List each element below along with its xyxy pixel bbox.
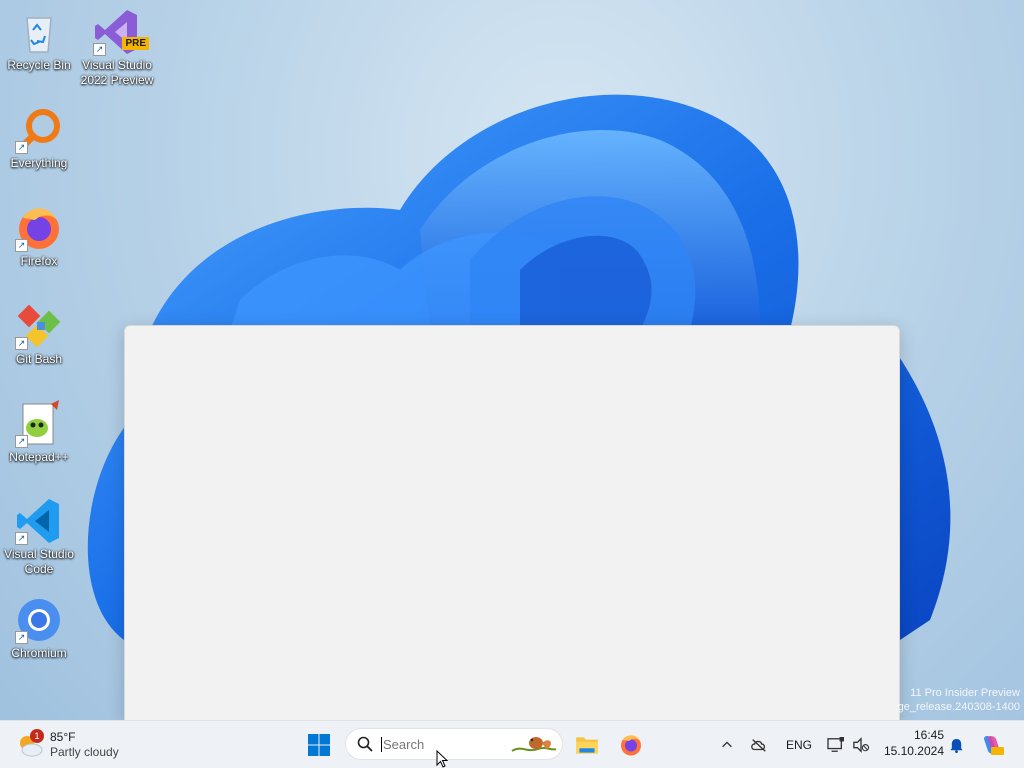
- shortcut-arrow-icon: ↗: [15, 337, 28, 350]
- recycle-bin-icon: [26, 17, 52, 53]
- shortcut-arrow-icon: ↗: [93, 43, 106, 56]
- desktop-icon-label: Recycle Bin: [7, 58, 71, 72]
- desktop-icon-notepad-plus-plus[interactable]: ↗ Notepad++: [1, 400, 77, 465]
- copilot-button[interactable]: [972, 725, 1012, 765]
- bell-icon: [949, 738, 963, 753]
- desktop-icon-git-bash[interactable]: ↗ Git Bash: [1, 302, 77, 367]
- shortcut-arrow-icon: ↗: [15, 631, 28, 644]
- desktop-icon-recycle-bin[interactable]: Recycle Bin: [1, 8, 77, 73]
- desktop-icon-everything[interactable]: ↗ Everything: [1, 106, 77, 171]
- taskbar-search-box[interactable]: [345, 728, 563, 760]
- shortcut-arrow-icon: ↗: [15, 435, 28, 448]
- copilot-preview-icon: [984, 736, 1004, 755]
- system-clock[interactable]: 16:45 15.10.2024: [880, 727, 944, 759]
- shortcut-arrow-icon: ↗: [15, 239, 28, 252]
- desktop-icon-visual-studio-preview[interactable]: PRE ↗ Visual Studio 2022 Preview: [79, 8, 155, 88]
- weather-temperature: 85°F: [50, 730, 76, 744]
- desktop-icon-label: Notepad++: [9, 450, 69, 464]
- network-display-icon: [827, 737, 844, 752]
- folder-icon: [576, 737, 598, 754]
- weather-condition: Partly cloudy: [50, 745, 119, 759]
- watermark-build: ge_release.240308-1400: [897, 701, 1020, 713]
- notifications-button[interactable]: [942, 725, 970, 765]
- cloud-offline-icon: [751, 739, 766, 752]
- desktop-icon-chromium[interactable]: ↗ Chromium: [1, 596, 77, 661]
- desktop-icon-label: Firefox: [20, 254, 58, 268]
- desktop-icon-label: Chromium: [11, 646, 67, 660]
- windows-logo-icon: [308, 734, 330, 756]
- firefox-icon: [621, 735, 641, 756]
- preview-badge: PRE: [122, 37, 149, 50]
- desktop-icon-label: Visual Studio 2022 Preview: [80, 58, 154, 87]
- clock-date: 15.10.2024: [883, 744, 944, 758]
- shortcut-arrow-icon: ↗: [15, 532, 28, 545]
- weather-widget[interactable]: 1 85°F Partly cloudy: [16, 727, 146, 763]
- speaker-muted-icon: [853, 737, 870, 753]
- input-language[interactable]: ENG: [786, 738, 812, 752]
- desktop-icon-vscode[interactable]: ↗ Visual Studio Code: [1, 497, 77, 577]
- show-hidden-icons-button[interactable]: [712, 725, 742, 765]
- chevron-up-icon: [722, 741, 732, 748]
- taskbar-file-explorer[interactable]: [567, 725, 607, 765]
- desktop-icon-label: Visual Studio Code: [4, 547, 74, 576]
- volume-button[interactable]: [846, 725, 876, 765]
- shortcut-arrow-icon: ↗: [15, 141, 28, 154]
- blank-window[interactable]: [124, 325, 900, 721]
- weather-notification-badge: 1: [30, 729, 44, 743]
- desktop-icon-firefox[interactable]: ↗ Firefox: [1, 204, 77, 269]
- search-highlight-squirrel-icon: [511, 737, 557, 752]
- mouse-cursor-icon: [436, 750, 448, 768]
- clock-time: 16:45: [913, 728, 944, 742]
- onedrive-button[interactable]: [744, 725, 774, 765]
- desktop-icon-label: Everything: [10, 156, 68, 170]
- start-button[interactable]: [299, 725, 339, 765]
- insider-preview-watermark: 11 Pro Insider Preview ge_release.240308…: [898, 686, 1020, 714]
- taskbar-firefox[interactable]: [611, 725, 651, 765]
- watermark-edition: 11 Pro Insider Preview: [910, 687, 1020, 699]
- desktop-icon-label: Git Bash: [15, 352, 63, 366]
- search-icon: [357, 736, 373, 752]
